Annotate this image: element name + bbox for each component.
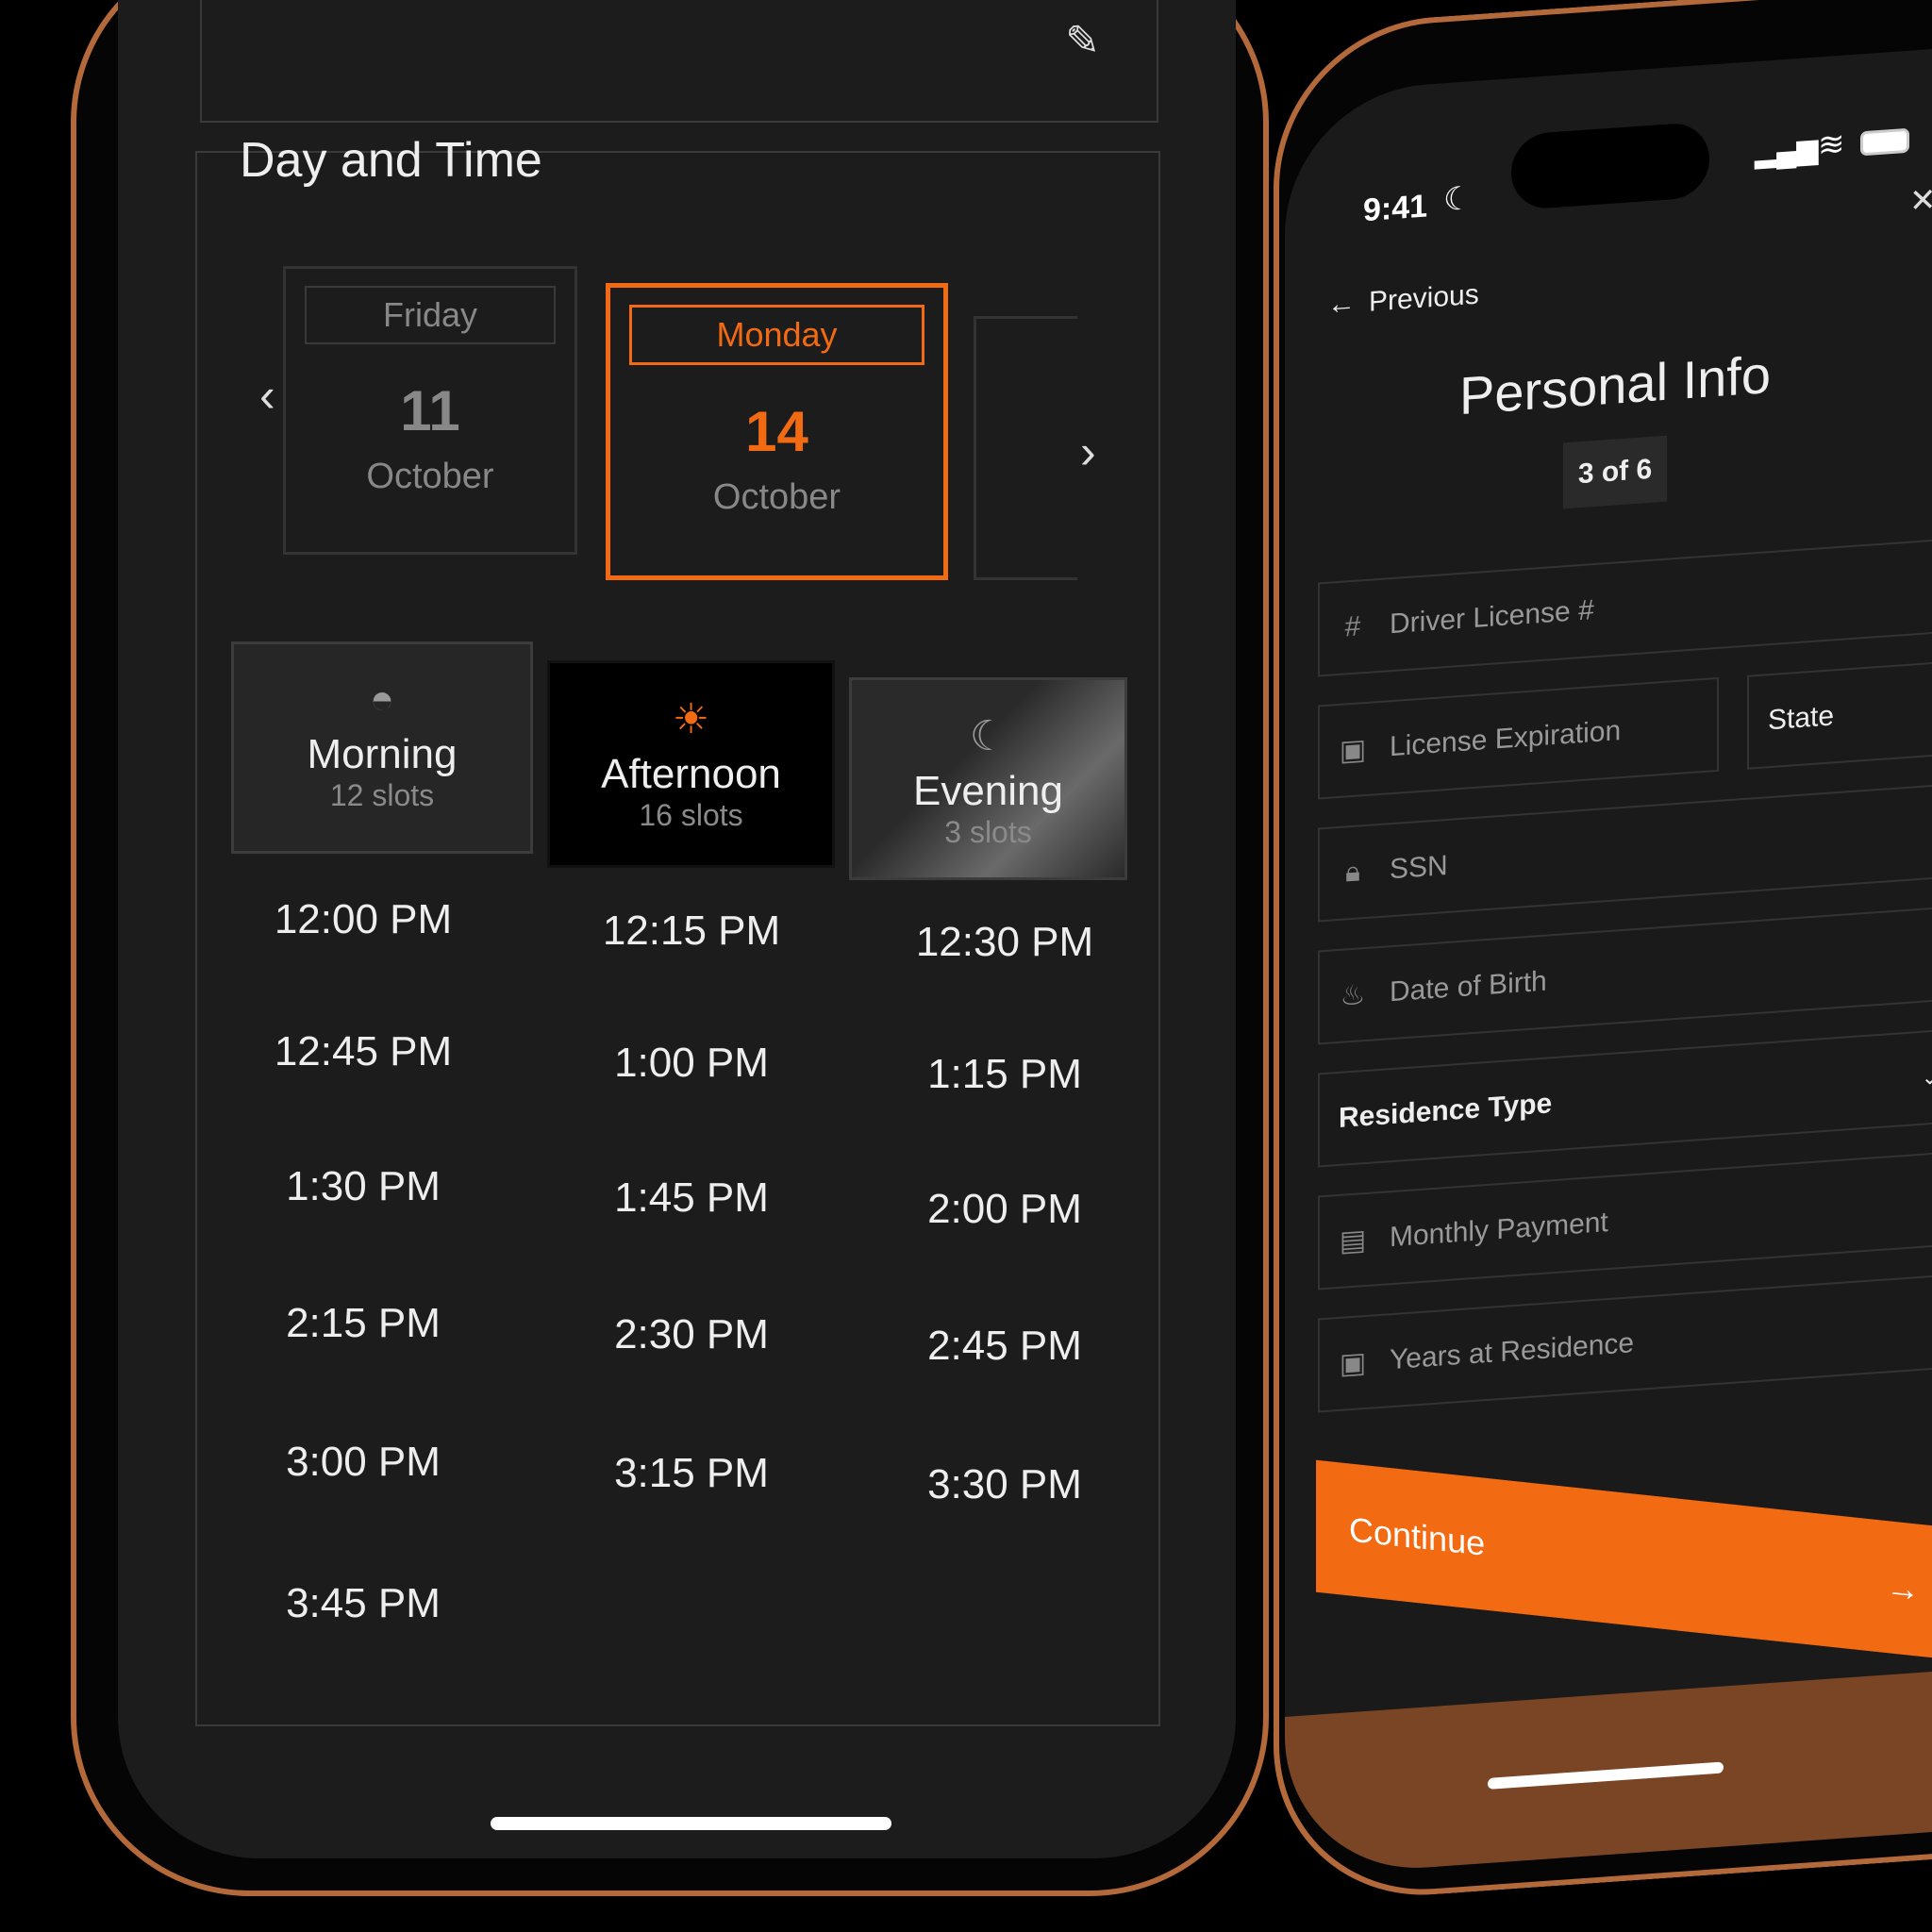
time-slot[interactable]: 1:45 PM	[536, 1174, 847, 1222]
monthly-payment-field[interactable]: ▤ Monthly Payment	[1318, 1149, 1932, 1291]
time-slot[interactable]: 12:30 PM	[849, 919, 1160, 966]
day-card-monday[interactable]: Monday 14 October	[606, 283, 948, 580]
top-card: ✎	[200, 0, 1158, 123]
continue-button[interactable]: Continue →	[1316, 1459, 1932, 1663]
field-label: State	[1768, 700, 1835, 737]
personal-info-screen: 9:41 ☾ ▂▄▆ ≋ ✕ ← Previous Personal Info 3…	[1285, 48, 1932, 1877]
pencil-icon[interactable]: ✎	[1065, 17, 1100, 65]
period-slots: 16 slots	[639, 798, 743, 832]
continue-label: Continue	[1349, 1509, 1486, 1563]
day-weekday: Monday	[629, 305, 924, 365]
date-of-birth-field[interactable]: ♨ Date of Birth	[1318, 904, 1932, 1045]
period-label: Evening	[912, 768, 1063, 814]
page-title: Personal Info	[1459, 343, 1771, 426]
sun-icon: ☀	[672, 696, 710, 742]
moon-icon: ☾	[969, 713, 1008, 759]
day-number: 14	[745, 400, 808, 463]
time-slot[interactable]: 12:15 PM	[536, 908, 847, 955]
time-slot[interactable]: 1:00 PM	[536, 1040, 847, 1087]
time-slot[interactable]: 3:30 PM	[849, 1461, 1160, 1508]
ssn-field[interactable]: 🔒︎ SSN	[1318, 781, 1932, 923]
field-placeholder: Monthly Payment	[1390, 1207, 1608, 1254]
step-badge: 3 of 6	[1563, 435, 1667, 509]
previous-button[interactable]: ← Previous	[1327, 279, 1479, 322]
time-slot[interactable]: 3:45 PM	[208, 1580, 519, 1627]
day-card-friday[interactable]: Friday 11 October	[283, 266, 577, 555]
calendar-icon: ▣	[1339, 733, 1367, 767]
battery-icon	[1860, 127, 1909, 157]
time-slot[interactable]: 12:00 PM	[208, 896, 519, 943]
period-label: Morning	[307, 731, 458, 777]
field-placeholder: SSN	[1390, 849, 1448, 886]
time-slot[interactable]: 2:45 PM	[849, 1323, 1160, 1370]
dynamic-island	[1511, 121, 1709, 211]
money-icon: ▤	[1339, 1224, 1367, 1257]
signal-icon: ▂▄▆	[1755, 133, 1819, 170]
day-card-next[interactable]	[974, 316, 1077, 580]
booking-screen: ✎ Day and Time ‹ Friday 11 October Monda…	[118, 0, 1236, 1858]
state-select[interactable]: State⌄	[1747, 658, 1932, 770]
period-evening[interactable]: ☾ Evening 3 slots	[849, 677, 1127, 880]
day-weekday: Friday	[305, 286, 556, 344]
time-slot[interactable]: 1:30 PM	[208, 1163, 519, 1210]
arrow-left-icon: ←	[1327, 287, 1356, 321]
calendar-clock-icon: ▣	[1339, 1346, 1367, 1380]
day-month: October	[366, 457, 494, 496]
chevron-right-icon[interactable]: ›	[1080, 425, 1096, 479]
day-number: 11	[400, 379, 460, 442]
wifi-icon: ≋	[1818, 125, 1845, 164]
field-placeholder: License Expiration	[1390, 715, 1622, 763]
driver-license-field[interactable]: # Driver License #	[1318, 536, 1932, 677]
field-placeholder: Date of Birth	[1390, 965, 1547, 1008]
hash-icon: #	[1344, 610, 1361, 643]
time-slot[interactable]: 1:15 PM	[849, 1051, 1160, 1098]
period-slots: 12 slots	[329, 778, 435, 812]
time-slot[interactable]: 2:30 PM	[536, 1311, 847, 1358]
moon-icon: ☾	[1443, 180, 1473, 219]
time-slot[interactable]: 3:15 PM	[536, 1450, 847, 1497]
period-slots: 3 slots	[944, 815, 1032, 849]
lock-icon: 🔒︎	[1345, 856, 1360, 889]
license-expiration-field[interactable]: ▣ License Expiration	[1318, 676, 1719, 800]
period-morning[interactable]: ◓ Morning 12 slots	[231, 641, 533, 854]
close-icon[interactable]: ✕	[1909, 181, 1932, 221]
day-month: October	[712, 477, 841, 517]
cake-icon: ♨	[1340, 978, 1366, 1012]
status-time: 9:41	[1363, 188, 1428, 229]
time-slot[interactable]: 12:45 PM	[208, 1028, 519, 1075]
chevron-down-icon: ⌄	[1921, 1064, 1932, 1090]
arrow-right-icon: →	[1886, 1566, 1920, 1609]
chevron-left-icon[interactable]: ‹	[259, 368, 275, 423]
time-slot[interactable]: 2:15 PM	[208, 1300, 519, 1347]
time-slot[interactable]: 2:00 PM	[849, 1186, 1160, 1233]
sunrise-icon: ◓	[369, 676, 395, 723]
previous-label: Previous	[1369, 278, 1479, 318]
home-indicator	[491, 1817, 891, 1830]
time-slot[interactable]: 3:00 PM	[208, 1439, 519, 1486]
period-afternoon[interactable]: ☀ Afternoon 16 slots	[547, 660, 835, 868]
field-placeholder: Driver License #	[1390, 594, 1594, 641]
residence-type-select[interactable]: Residence Type ⌄	[1318, 1026, 1932, 1168]
field-placeholder: Years at Residence	[1390, 1327, 1635, 1376]
years-at-residence-field[interactable]: ▣ Years at Residence	[1318, 1272, 1932, 1413]
field-label: Residence Type	[1339, 1088, 1553, 1135]
section-title: Day and Time	[240, 133, 542, 188]
period-label: Afternoon	[601, 751, 781, 797]
